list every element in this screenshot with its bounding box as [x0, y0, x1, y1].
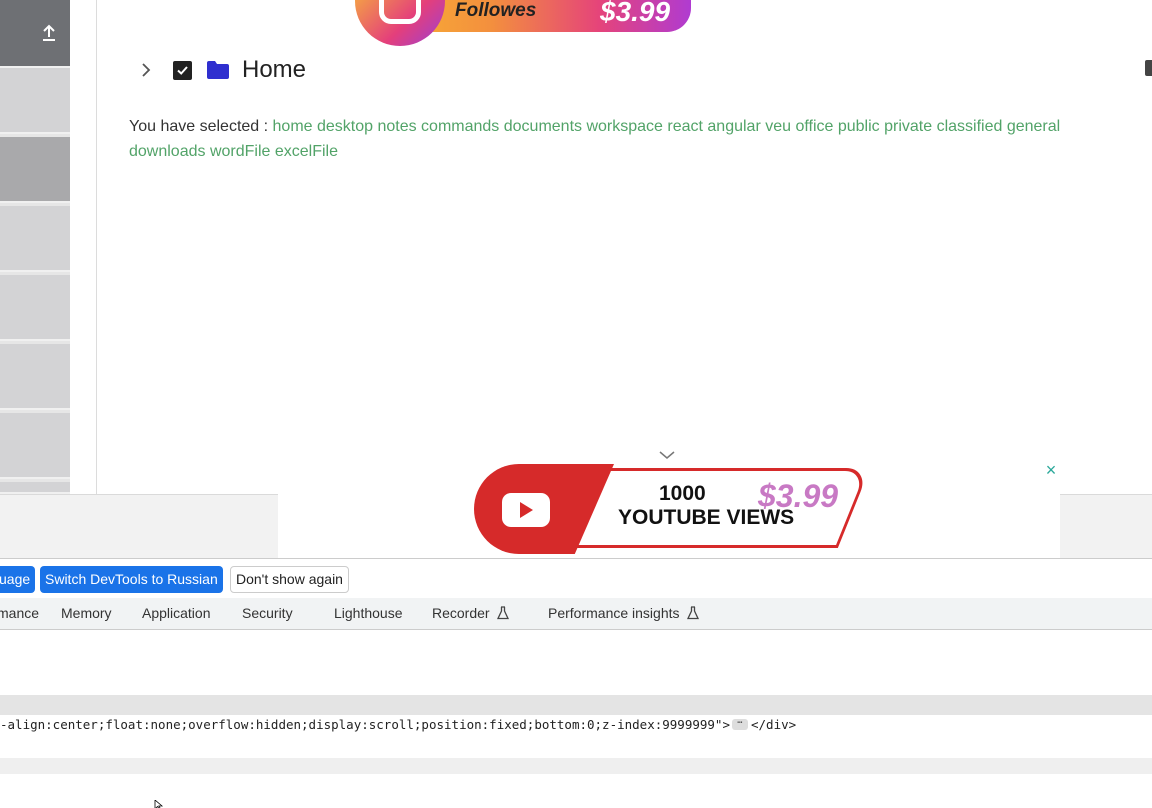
- chevron-right-icon[interactable]: [137, 61, 155, 79]
- sidebar-item[interactable]: [0, 68, 70, 134]
- mouse-cursor-icon: [154, 800, 164, 808]
- left-sidebar: [0, 0, 70, 494]
- instagram-icon: [379, 0, 421, 24]
- dom-code-line[interactable]: -align:center;float:none;overflow:hidden…: [0, 717, 796, 732]
- selection-prefix: You have selected :: [129, 118, 273, 135]
- selection-summary: You have selected : home desktop notes c…: [129, 114, 1139, 164]
- devtools-toolbar-strip: [0, 695, 1152, 715]
- switch-language-button[interactable]: Switch DevTools to Russian: [40, 566, 223, 593]
- tab-label: Performance insights: [548, 605, 680, 621]
- devtools-breadcrumb-strip: [0, 758, 1152, 774]
- upload-icon: [30, 14, 68, 52]
- ad-text: Followes: [455, 0, 537, 21]
- dont-show-again-button[interactable]: Don't show again: [230, 566, 349, 593]
- chevron-down-icon[interactable]: [658, 448, 676, 460]
- flask-icon: [496, 606, 509, 620]
- tree-node-label: Home: [242, 56, 307, 83]
- tab-security[interactable]: Security: [242, 605, 293, 621]
- devtools-language-bar: uage Switch DevTools to Russian Don't sh…: [0, 558, 1152, 598]
- code-close-tag: </div>: [751, 717, 797, 732]
- devtools-tabbar: mance Memory Application Security Lighth…: [0, 598, 1152, 630]
- youtube-icon: [502, 493, 550, 527]
- set-language-button[interactable]: uage: [0, 566, 36, 593]
- content-divider: [96, 0, 97, 494]
- ad-price: $3.99: [758, 478, 839, 514]
- upload-button[interactable]: [0, 0, 70, 68]
- tab-memory[interactable]: Memory: [61, 605, 112, 621]
- instagram-ad[interactable]: Followes $3.99: [355, 0, 691, 46]
- ad-banner: 1000 YOUTUBE VIEWS $3.99: [474, 464, 871, 554]
- edge-button[interactable]: [1145, 60, 1152, 76]
- tab-application[interactable]: Application: [142, 605, 211, 621]
- youtube-ad[interactable]: 1000 YOUTUBE VIEWS $3.99: [278, 451, 1060, 558]
- tab-performance[interactable]: mance: [0, 605, 39, 621]
- flask-icon: [686, 606, 699, 620]
- folder-icon: [206, 60, 230, 80]
- sidebar-item[interactable]: [0, 482, 70, 494]
- tab-lighthouse[interactable]: Lighthouse: [334, 605, 403, 621]
- code-attr-text: -align:center;float:none;overflow:hidden…: [0, 717, 730, 732]
- sidebar-item[interactable]: [0, 137, 70, 203]
- sidebar-item[interactable]: [0, 344, 70, 410]
- instagram-logo: [355, 0, 445, 46]
- ad-price: $3.99: [600, 0, 671, 27]
- checkbox[interactable]: [173, 60, 192, 80]
- ellipsis-icon[interactable]: ⋯: [732, 719, 748, 730]
- ad-text-line1: 1000: [659, 482, 706, 505]
- sidebar-item[interactable]: [0, 413, 70, 479]
- tab-recorder[interactable]: Recorder: [432, 605, 510, 621]
- sidebar-item[interactable]: [0, 206, 70, 272]
- tab-performance-insights[interactable]: Performance insights: [548, 605, 700, 621]
- sidebar-item[interactable]: [0, 275, 70, 341]
- tree-node-home[interactable]: Home: [137, 55, 306, 85]
- screen: Followes $3.99 Home You have selected : …: [0, 0, 1152, 808]
- close-icon[interactable]: ×: [1043, 461, 1059, 479]
- tab-label: Recorder: [432, 605, 490, 621]
